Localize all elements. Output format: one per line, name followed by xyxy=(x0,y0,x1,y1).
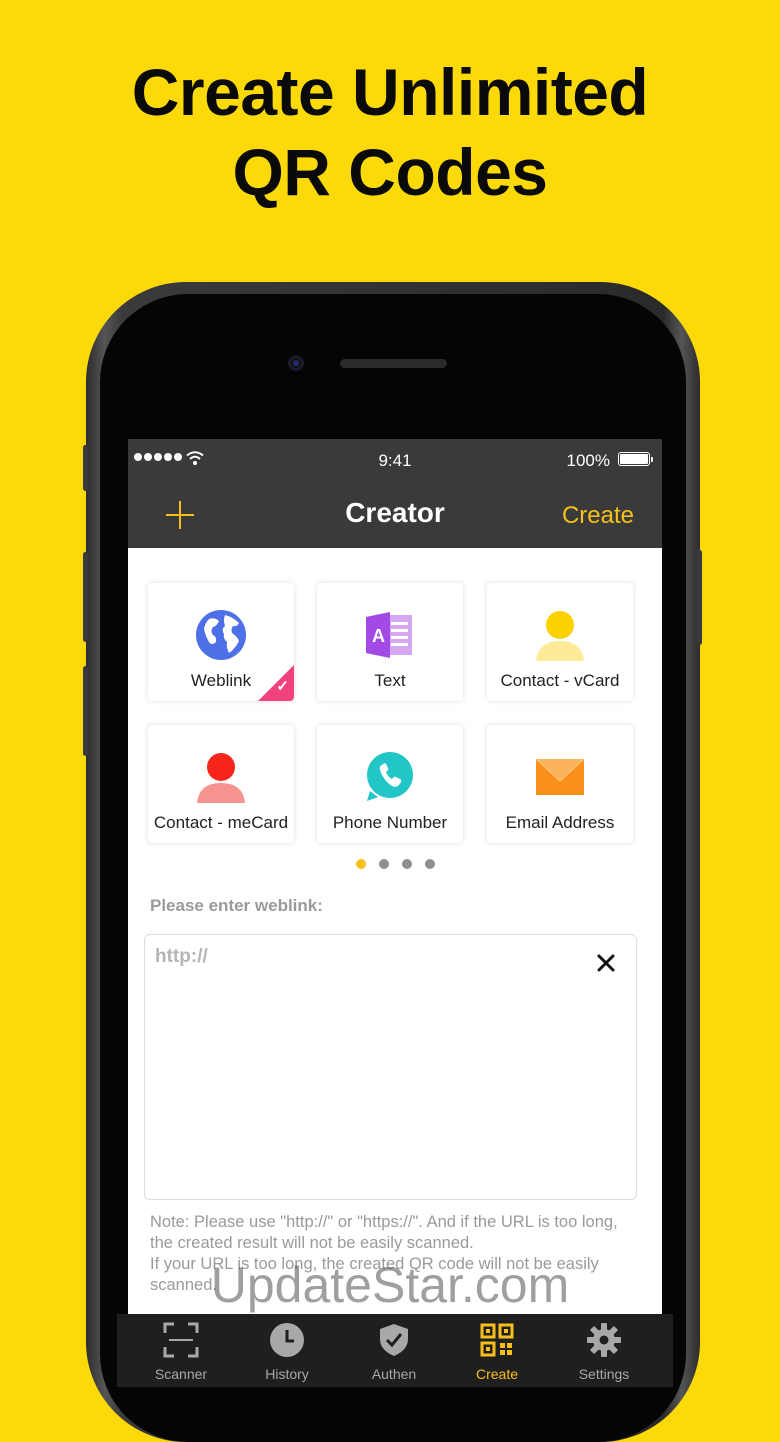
status-bar: 9:41 100% xyxy=(128,439,662,479)
page-dot[interactable] xyxy=(378,859,389,869)
battery-icon xyxy=(618,452,650,466)
tab-scanner[interactable]: Scanner xyxy=(131,1314,231,1387)
page-indicator[interactable] xyxy=(128,859,662,869)
envelope-icon xyxy=(535,758,585,795)
page-dot[interactable] xyxy=(424,859,435,869)
weblink-input-box[interactable] xyxy=(144,934,637,1200)
type-tile-label: Phone Number xyxy=(332,813,448,832)
input-prompt: Please enter weblink: xyxy=(150,896,323,915)
type-tile-vcard[interactable]: Contact - vCard xyxy=(487,583,633,701)
tab-bar: Scanner History Authen Create Settings xyxy=(117,1314,673,1387)
type-tile-weblink[interactable]: Weblink ✓ xyxy=(148,583,294,701)
phone-volume-up xyxy=(83,552,88,642)
type-tile-phone[interactable]: Phone Number xyxy=(317,725,463,843)
type-tile-label: Contact - meCard xyxy=(153,813,289,832)
phone-mute-switch xyxy=(83,445,88,491)
type-tile-label: Text xyxy=(374,671,406,690)
svg-text:A: A xyxy=(372,626,385,646)
battery-percent: 100% xyxy=(566,451,610,470)
phone-power-button xyxy=(697,550,702,645)
tab-history[interactable]: History xyxy=(237,1314,337,1387)
type-tile-text[interactable]: A Text xyxy=(317,583,463,701)
tab-settings[interactable]: Settings xyxy=(554,1314,654,1387)
type-tile-label: Contact - vCard xyxy=(500,671,620,690)
clear-icon[interactable] xyxy=(596,953,616,973)
tab-label: Authen xyxy=(371,1366,417,1382)
person-red-icon xyxy=(197,753,245,803)
gear-icon xyxy=(587,1323,621,1357)
weblink-input[interactable] xyxy=(153,945,577,969)
phone-volume-down xyxy=(83,666,88,756)
app-screen: 9:41 100% Creator Create Weblink ✓ A Tex… xyxy=(128,439,662,1387)
page-dot-active[interactable] xyxy=(355,859,366,869)
tab-label: Scanner xyxy=(154,1366,208,1382)
tab-label: Create xyxy=(475,1366,519,1382)
page-dot[interactable] xyxy=(401,859,412,869)
type-tile-email[interactable]: Email Address xyxy=(487,725,633,843)
tab-authen[interactable]: Authen xyxy=(344,1314,444,1387)
type-tile-mecard[interactable]: Contact - meCard xyxy=(148,725,294,843)
person-yellow-icon xyxy=(536,611,584,661)
battery-tip xyxy=(651,457,653,462)
qr-code-icon xyxy=(480,1323,514,1357)
globe-icon xyxy=(196,610,246,660)
front-camera xyxy=(288,355,304,371)
tab-create[interactable]: Create xyxy=(447,1314,547,1387)
tab-label: History xyxy=(265,1366,309,1382)
navigation-bar: 9:41 100% Creator Create xyxy=(128,439,662,548)
headline-line-1: Create Unlimited xyxy=(131,55,649,129)
tab-label: Settings xyxy=(578,1366,630,1382)
watermark: UpdateStar.com xyxy=(210,1257,570,1313)
phone-icon xyxy=(367,752,413,801)
scan-frame-icon xyxy=(163,1322,199,1358)
text-document-icon: A xyxy=(366,612,412,658)
shield-check-icon xyxy=(380,1324,408,1356)
type-tile-label: Email Address xyxy=(505,813,615,832)
headline-line-2: QR Codes xyxy=(232,135,548,209)
create-button[interactable]: Create xyxy=(562,502,634,530)
clock-icon xyxy=(270,1323,304,1357)
promo-headline: Create Unlimited QR Codes xyxy=(0,52,780,212)
checkmark-icon: ✓ xyxy=(276,678,289,695)
earpiece-speaker xyxy=(340,359,447,368)
